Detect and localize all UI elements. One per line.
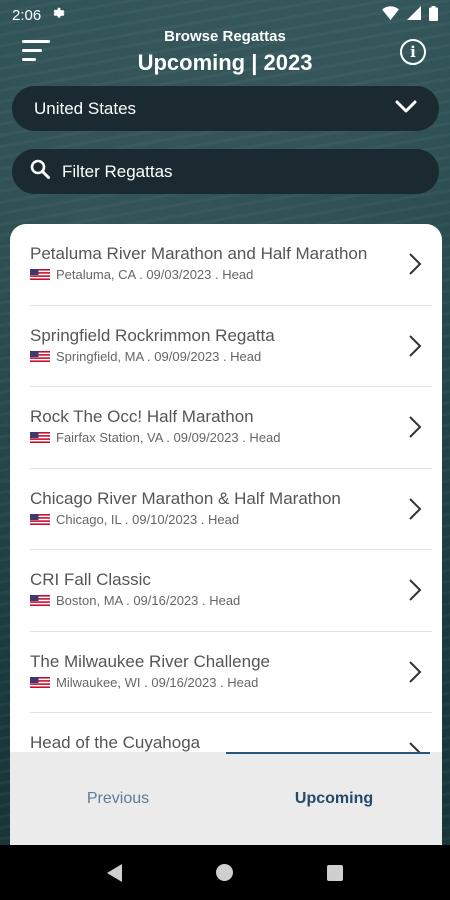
us-flag-icon <box>30 350 50 362</box>
regatta-meta: Boston, MA . 09/16/2023 . Head <box>30 593 240 608</box>
chevron-right-icon <box>408 334 422 363</box>
chevron-right-icon <box>408 497 422 526</box>
search-icon <box>30 159 50 184</box>
regatta-row[interactable]: Head of the Cuyahoga <box>30 713 432 752</box>
back-icon[interactable] <box>107 863 122 882</box>
system-nav-bar <box>0 845 450 900</box>
page-title: Browse Regattas <box>164 28 286 45</box>
home-icon[interactable] <box>216 864 233 881</box>
us-flag-icon <box>30 676 50 688</box>
regatta-card: Petaluma River Marathon and Half Maratho… <box>10 224 442 846</box>
chevron-right-icon <box>408 660 422 689</box>
country-select-value: United States <box>34 98 137 118</box>
status-bar: 2:06 <box>0 0 450 30</box>
regatta-name: Petaluma River Marathon and Half Maratho… <box>30 244 368 263</box>
tab-upcoming[interactable]: Upcoming <box>226 752 442 846</box>
regatta-list: Petaluma River Marathon and Half Maratho… <box>10 224 442 752</box>
regatta-row[interactable]: The Milwaukee River Challenge Milwaukee,… <box>30 632 432 713</box>
page-subtitle: Upcoming | 2023 <box>137 50 313 75</box>
regatta-row[interactable]: Rock The Occ! Half Marathon Fairfax Stat… <box>30 387 432 469</box>
regatta-details: Petaluma, CA . 09/03/2023 . Head <box>56 267 254 282</box>
us-flag-icon <box>30 432 50 443</box>
regatta-details: Chicago, IL . 09/10/2023 . Head <box>56 511 240 527</box>
regatta-name: Head of the Cuyahoga <box>30 733 201 752</box>
regatta-row[interactable]: Springfield Rockrimmon Regatta Springfie… <box>30 306 432 387</box>
tab-bar: Previous Upcoming <box>10 752 442 846</box>
regatta-details: Fairfax Station, VA . 09/09/2023 . Head <box>56 430 281 445</box>
info-icon[interactable]: i <box>400 39 426 65</box>
regatta-name: Springfield Rockrimmon Regatta <box>30 325 275 345</box>
regatta-meta: Springfield, MA . 09/09/2023 . Head <box>30 349 261 364</box>
app-header: Browse Regattas Upcoming | 2023 i <box>0 28 450 83</box>
regatta-name: CRI Fall Classic <box>30 570 151 589</box>
battery-icon <box>429 5 438 25</box>
regatta-meta: Milwaukee, WI . 09/16/2023 . Head <box>30 675 258 690</box>
gear-icon <box>51 6 65 24</box>
regatta-details: Boston, MA . 09/16/2023 . Head <box>56 593 241 608</box>
chevron-right-icon <box>408 252 422 281</box>
signal-icon <box>407 6 421 24</box>
regatta-meta: Chicago, IL . 09/10/2023 . Head <box>30 512 239 527</box>
chevron-right-icon <box>408 578 422 607</box>
regatta-row[interactable]: Petaluma River Marathon and Half Maratho… <box>30 224 432 306</box>
regatta-name: Rock The Occ! Half Marathon <box>30 407 254 426</box>
tab-previous[interactable]: Previous <box>10 752 226 846</box>
regatta-name: The Milwaukee River Challenge <box>30 651 271 671</box>
regatta-name: Chicago River Marathon & Half Marathon <box>30 488 341 508</box>
wifi-icon <box>382 6 399 24</box>
us-flag-icon <box>30 595 50 606</box>
regatta-details: Milwaukee, WI . 09/16/2023 . Head <box>56 674 259 690</box>
regatta-meta: Fairfax Station, VA . 09/09/2023 . Head <box>30 430 281 445</box>
regatta-row[interactable]: CRI Fall Classic Boston, MA . 09/16/2023… <box>30 550 432 632</box>
filter-bar <box>12 149 439 194</box>
chevron-right-icon <box>408 415 422 444</box>
us-flag-icon <box>30 269 50 280</box>
regatta-details: Springfield, MA . 09/09/2023 . Head <box>56 348 262 364</box>
filter-input[interactable] <box>62 161 402 182</box>
chevron-down-icon <box>395 99 417 119</box>
status-time: 2:06 <box>12 6 42 24</box>
regatta-meta: Petaluma, CA . 09/03/2023 . Head <box>30 267 253 282</box>
us-flag-icon <box>30 513 50 525</box>
chevron-right-icon <box>408 741 422 752</box>
regatta-row[interactable]: Chicago River Marathon & Half Marathon C… <box>30 469 432 550</box>
country-select[interactable]: United States <box>12 86 439 131</box>
recents-icon[interactable] <box>327 864 343 881</box>
